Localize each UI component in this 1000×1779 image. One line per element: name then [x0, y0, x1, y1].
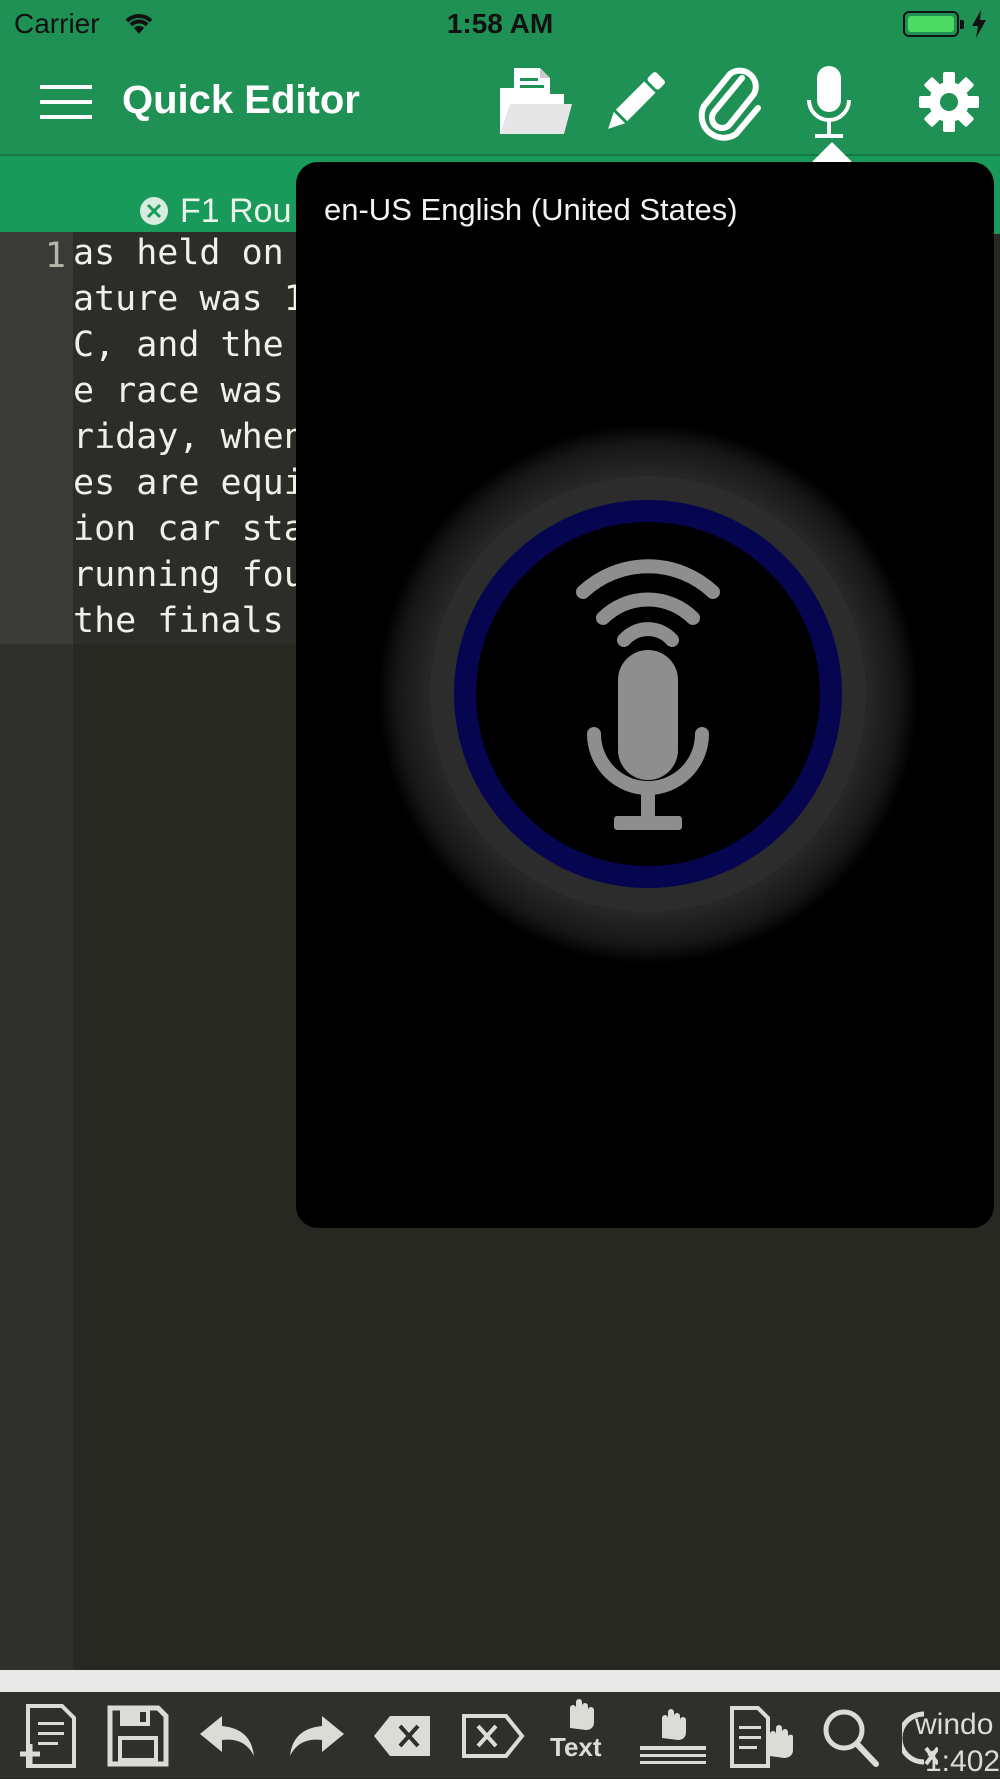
undo-icon[interactable]	[198, 1704, 258, 1768]
new-document-icon[interactable]	[18, 1704, 76, 1768]
backspace-icon[interactable]	[372, 1704, 434, 1768]
tab-file-f1[interactable]: F1 Rou	[180, 192, 292, 231]
delete-forward-icon[interactable]	[460, 1704, 526, 1768]
paperclip-icon[interactable]	[696, 64, 766, 144]
select-line-hand-icon[interactable]	[638, 1704, 708, 1768]
code-line[interactable]: ion car sta	[73, 509, 303, 549]
search-icon[interactable]	[820, 1704, 880, 1768]
code-line[interactable]: es are equi	[73, 463, 303, 503]
bottom-toolbar: Text	[0, 1692, 1000, 1778]
code-line[interactable]: riday, when	[73, 417, 303, 457]
window-sub-label: 1:402	[925, 1745, 1000, 1778]
line-number: 1	[44, 236, 66, 276]
hamburger-menu-icon[interactable]	[40, 85, 92, 119]
battery-icon	[903, 11, 964, 37]
select-text-label[interactable]: Text	[550, 1732, 602, 1763]
gear-icon[interactable]	[918, 64, 980, 140]
language-label[interactable]: en-US English (United States)	[324, 192, 738, 228]
window-label[interactable]: windo	[915, 1708, 993, 1742]
pencil-icon[interactable]	[600, 64, 670, 140]
code-line[interactable]: e race was	[73, 371, 303, 411]
code-line[interactable]: ature was 1	[73, 279, 303, 319]
app-bar: Quick Editor	[0, 50, 1000, 154]
code-line[interactable]: the finals	[73, 601, 303, 641]
clock: 1:58 AM	[446, 8, 554, 39]
popover-arrow	[812, 142, 852, 162]
microphone-icon[interactable]	[804, 64, 854, 144]
close-tab-icon[interactable]	[139, 196, 169, 226]
code-line[interactable]: running fou	[73, 555, 303, 595]
voice-record-button[interactable]	[378, 424, 918, 964]
charging-icon	[972, 10, 986, 38]
save-icon[interactable]	[106, 1704, 170, 1768]
keyboard-divider	[0, 1670, 1000, 1692]
status-bar: Carrier 1:58 AM	[0, 0, 1000, 50]
select-text-hand-icon[interactable]	[560, 1698, 600, 1732]
app-title: Quick Editor	[122, 78, 360, 122]
code-line[interactable]: as held on	[73, 233, 303, 273]
select-all-document-icon[interactable]	[730, 1704, 794, 1768]
voice-input-popover: en-US English (United States)	[296, 162, 994, 1228]
open-folder-icon[interactable]	[496, 64, 572, 140]
gutter-highlight	[0, 232, 73, 644]
code-line[interactable]: C, and the	[73, 325, 303, 365]
redo-icon[interactable]	[286, 1704, 346, 1768]
